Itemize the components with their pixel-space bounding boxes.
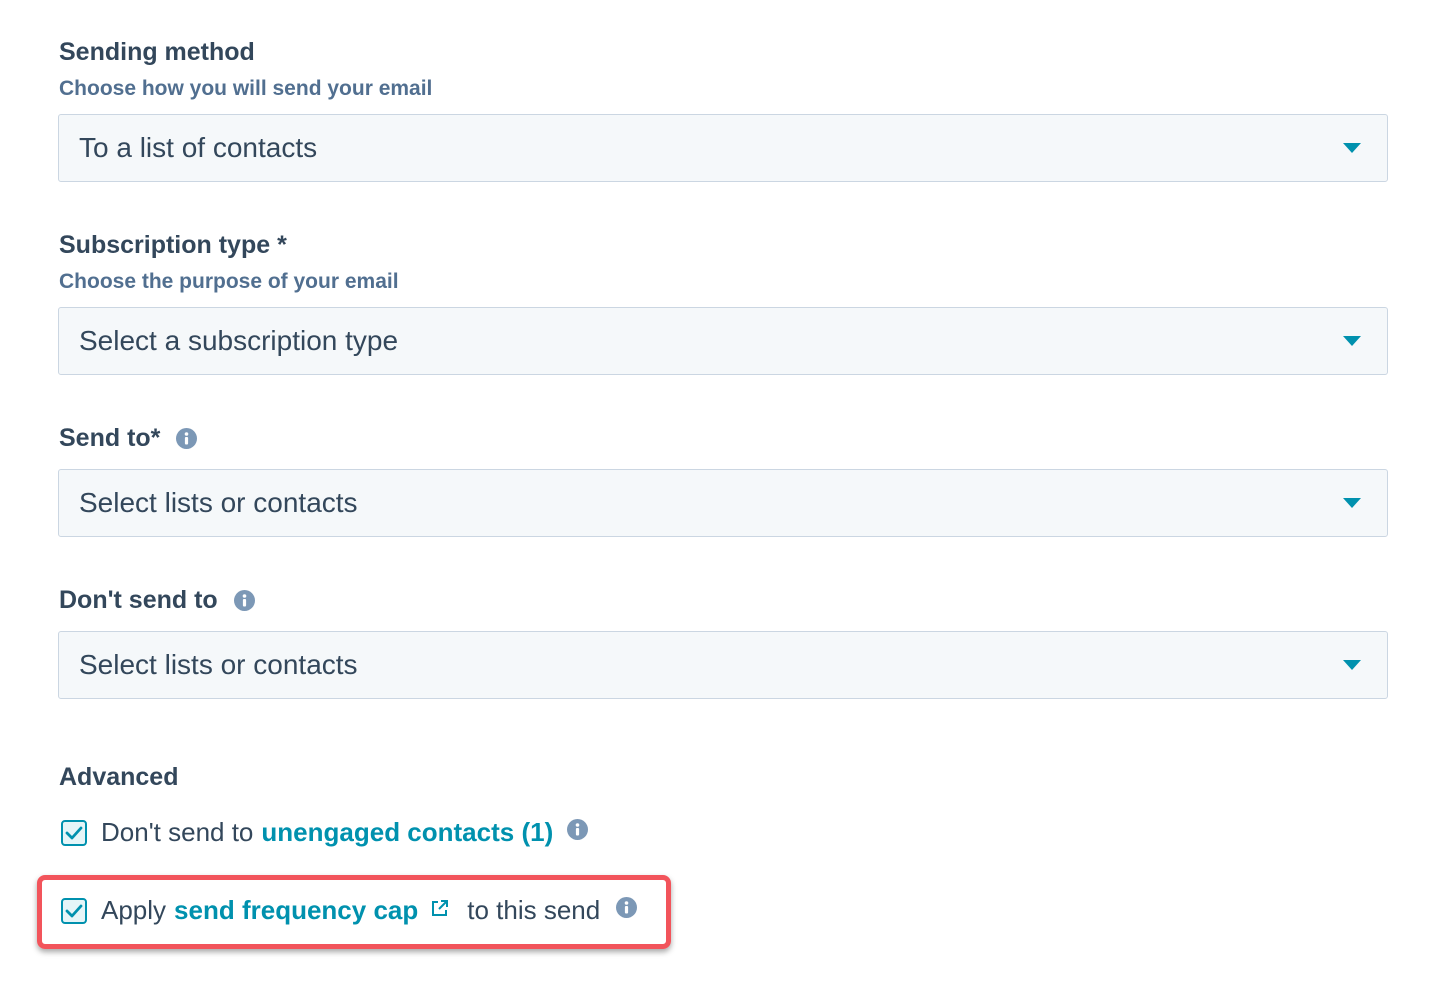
frequency-cap-option: Apply send frequency cap to this send	[61, 895, 638, 926]
send-to-value: Select lists or contacts	[79, 487, 358, 518]
subscription-type-help: Choose the purpose of your email	[59, 270, 399, 293]
subscription-type-label: Subscription type *	[59, 231, 287, 259]
email-send-settings: Sending method Choose how you will send …	[0, 0, 1450, 988]
send-to-select[interactable]: Select lists or contacts	[58, 469, 1388, 537]
sending-method-value: To a list of contacts	[79, 132, 318, 163]
sending-method-select[interactable]: To a list of contacts	[58, 114, 1388, 182]
dont-send-to-label: Don't send to	[59, 586, 218, 614]
frequency-cap-checkbox[interactable]	[61, 897, 87, 924]
caret-down-icon	[1343, 498, 1361, 508]
dont-send-to-value: Select lists or contacts	[79, 649, 358, 680]
check-icon	[65, 826, 83, 839]
advanced-label: Advanced	[59, 763, 179, 791]
subscription-type-value: Select a subscription type	[79, 325, 399, 356]
sending-method-help: Choose how you will send your email	[59, 77, 433, 100]
dont-send-to-label-row: Don't send to	[59, 586, 255, 615]
subscription-type-select[interactable]: Select a subscription type	[58, 307, 1388, 375]
unengaged-prefix: Don't send to	[101, 817, 254, 847]
info-icon[interactable]	[176, 428, 198, 449]
info-icon[interactable]	[233, 590, 255, 611]
unengaged-option: Don't send to unengaged contacts (1)	[61, 817, 589, 848]
unengaged-contacts-link[interactable]: unengaged contacts (1)	[261, 817, 553, 848]
frequency-cap-suffix: to this send	[467, 895, 601, 925]
info-icon[interactable]	[616, 897, 638, 918]
caret-down-icon	[1343, 143, 1361, 153]
info-icon[interactable]	[567, 819, 589, 840]
caret-down-icon	[1343, 660, 1361, 670]
send-frequency-cap-link[interactable]: send frequency cap	[174, 895, 418, 926]
caret-down-icon	[1343, 336, 1361, 346]
dont-send-to-select[interactable]: Select lists or contacts	[58, 631, 1388, 699]
frequency-cap-prefix: Apply	[101, 895, 167, 925]
unengaged-checkbox[interactable]	[61, 819, 87, 846]
external-link-icon[interactable]	[430, 899, 449, 918]
sending-method-label: Sending method	[59, 38, 255, 66]
send-to-label-row: Send to*	[59, 424, 198, 453]
send-to-label: Send to*	[59, 424, 161, 452]
check-icon	[65, 904, 83, 917]
